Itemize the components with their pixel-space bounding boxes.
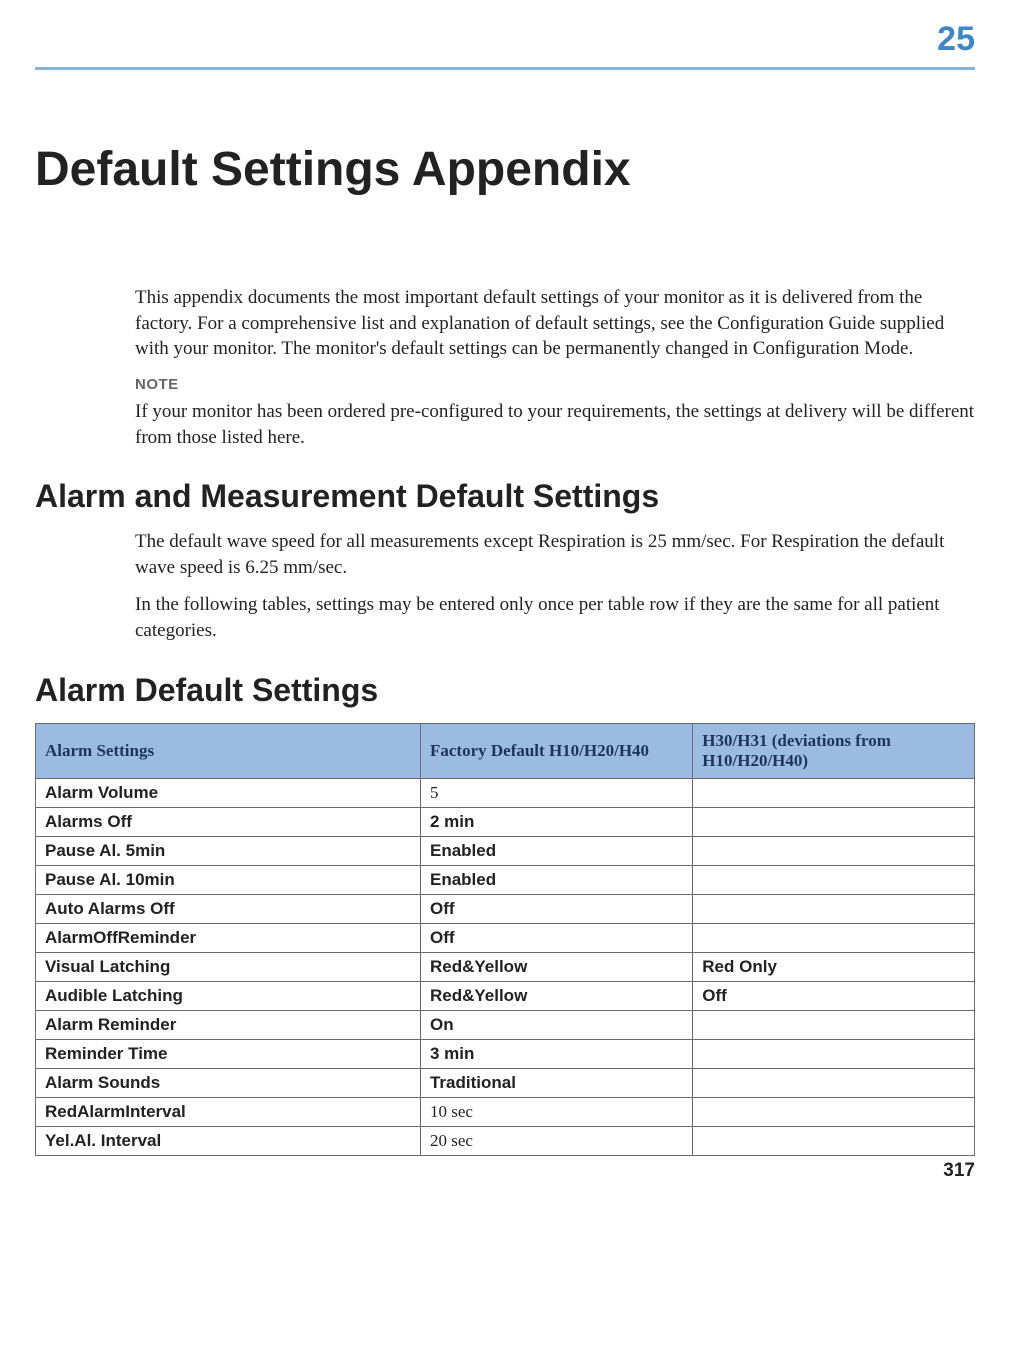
setting-name-cell: Reminder Time xyxy=(36,1039,421,1068)
intro-paragraph: This appendix documents the most importa… xyxy=(135,285,975,362)
section-heading-alarm-default: Alarm Default Settings xyxy=(35,672,975,709)
setting-value-cell: Enabled xyxy=(420,865,692,894)
setting-name-cell: Yel.Al. Interval xyxy=(36,1126,421,1155)
table-row: Alarm Volume5 xyxy=(36,778,975,807)
table-row: Alarm SoundsTraditional xyxy=(36,1068,975,1097)
setting-name-cell: Pause Al. 10min xyxy=(36,865,421,894)
setting-value-cell: 20 sec xyxy=(420,1126,692,1155)
setting-name-cell: Visual Latching xyxy=(36,952,421,981)
setting-deviation-cell xyxy=(693,1010,975,1039)
table-row: Auto Alarms OffOff xyxy=(36,894,975,923)
table-row: Yel.Al. Interval20 sec xyxy=(36,1126,975,1155)
setting-deviation-cell: Off xyxy=(693,981,975,1010)
setting-deviation-cell xyxy=(693,1068,975,1097)
table-header-col2: Factory Default H10/H20/H40 xyxy=(420,723,692,778)
setting-value-cell: 10 sec xyxy=(420,1097,692,1126)
setting-value-cell: 2 min xyxy=(420,807,692,836)
document-page: 25 Default Settings Appendix This append… xyxy=(0,0,1010,1196)
note-label: NOTE xyxy=(135,376,975,393)
setting-deviation-cell xyxy=(693,778,975,807)
setting-deviation-cell xyxy=(693,836,975,865)
page-title: Default Settings Appendix xyxy=(35,142,975,197)
header-rule xyxy=(35,67,975,70)
section-heading-alarm-measurement: Alarm and Measurement Default Settings xyxy=(35,478,975,515)
setting-deviation-cell xyxy=(693,923,975,952)
setting-name-cell: Alarm Sounds xyxy=(36,1068,421,1097)
setting-value-cell: Off xyxy=(420,894,692,923)
table-row: Visual LatchingRed&YellowRed Only xyxy=(36,952,975,981)
table-row: Alarm ReminderOn xyxy=(36,1010,975,1039)
setting-value-cell: 5 xyxy=(420,778,692,807)
table-row: RedAlarmInterval10 sec xyxy=(36,1097,975,1126)
section1-para2: In the following tables, settings may be… xyxy=(135,592,975,643)
table-row: Pause Al. 5minEnabled xyxy=(36,836,975,865)
setting-name-cell: Alarm Reminder xyxy=(36,1010,421,1039)
setting-value-cell: Traditional xyxy=(420,1068,692,1097)
intro-block: This appendix documents the most importa… xyxy=(135,285,975,450)
setting-value-cell: Red&Yellow xyxy=(420,981,692,1010)
page-number: 317 xyxy=(943,1160,975,1182)
setting-value-cell: On xyxy=(420,1010,692,1039)
setting-name-cell: Alarm Volume xyxy=(36,778,421,807)
setting-name-cell: Pause Al. 5min xyxy=(36,836,421,865)
setting-deviation-cell xyxy=(693,1039,975,1068)
chapter-number: 25 xyxy=(35,20,975,59)
setting-name-cell: RedAlarmInterval xyxy=(36,1097,421,1126)
table-row: Alarms Off2 min xyxy=(36,807,975,836)
setting-deviation-cell xyxy=(693,1097,975,1126)
setting-deviation-cell xyxy=(693,807,975,836)
setting-value-cell: Off xyxy=(420,923,692,952)
setting-deviation-cell: Red Only xyxy=(693,952,975,981)
table-row: AlarmOffReminderOff xyxy=(36,923,975,952)
setting-value-cell: Red&Yellow xyxy=(420,952,692,981)
setting-name-cell: Alarms Off xyxy=(36,807,421,836)
setting-deviation-cell xyxy=(693,894,975,923)
table-row: Pause Al. 10minEnabled xyxy=(36,865,975,894)
setting-name-cell: Auto Alarms Off xyxy=(36,894,421,923)
note-text: If your monitor has been ordered pre-con… xyxy=(135,399,975,450)
setting-deviation-cell xyxy=(693,865,975,894)
table-header-col1: Alarm Settings xyxy=(36,723,421,778)
table-header-row: Alarm Settings Factory Default H10/H20/H… xyxy=(36,723,975,778)
section1-para1: The default wave speed for all measureme… xyxy=(135,529,975,580)
table-row: Reminder Time3 min xyxy=(36,1039,975,1068)
table-header-col3: H30/H31 (deviations from H10/H20/H40) xyxy=(693,723,975,778)
setting-value-cell: 3 min xyxy=(420,1039,692,1068)
table-row: Audible LatchingRed&YellowOff xyxy=(36,981,975,1010)
section1-body: The default wave speed for all measureme… xyxy=(135,529,975,644)
setting-deviation-cell xyxy=(693,1126,975,1155)
setting-name-cell: AlarmOffReminder xyxy=(36,923,421,952)
setting-name-cell: Audible Latching xyxy=(36,981,421,1010)
alarm-settings-table: Alarm Settings Factory Default H10/H20/H… xyxy=(35,723,975,1156)
setting-value-cell: Enabled xyxy=(420,836,692,865)
